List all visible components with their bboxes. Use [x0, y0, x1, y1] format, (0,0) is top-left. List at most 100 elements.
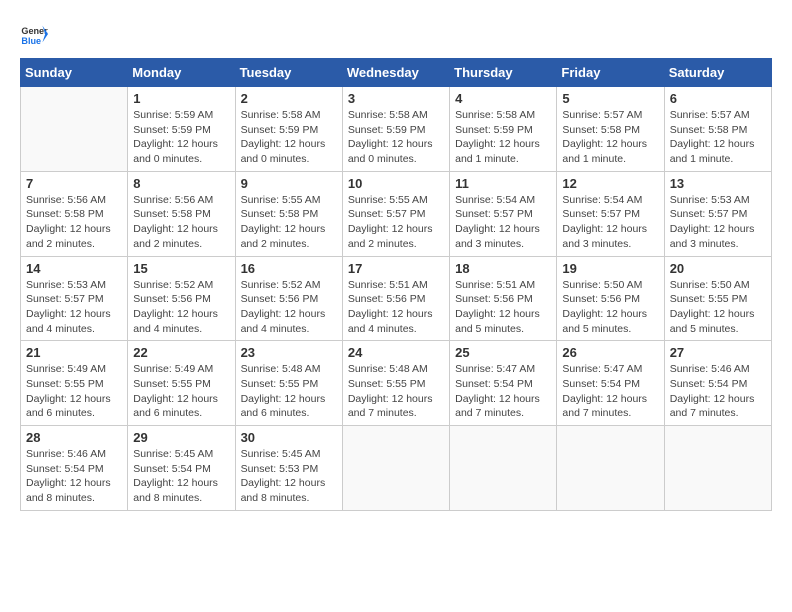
- logo: General Blue: [20, 20, 52, 48]
- calendar-table: SundayMondayTuesdayWednesdayThursdayFrid…: [20, 58, 772, 511]
- calendar-cell: 17Sunrise: 5:51 AM Sunset: 5:56 PM Dayli…: [342, 256, 449, 341]
- calendar-cell: 19 Sunrise: 5:50 AM Sunset: 5:56 PM Dayli…: [557, 256, 664, 341]
- calendar-cell: 5 Sunrise: 5:57 AM Sunset: 5:58 PM Daylig…: [557, 87, 664, 172]
- day-number: 28: [26, 430, 122, 445]
- day-number: 13: [670, 176, 766, 191]
- calendar-cell: 24 Sunrise: 5:48 AM Sunset: 5:55 PM Dayli…: [342, 341, 449, 426]
- calendar-cell: 22 Sunrise: 5:49 AM Sunset: 5:55 PM Dayli…: [128, 341, 235, 426]
- calendar-cell: 15 Sunrise: 5:52 AM Sunset: 5:56 PM Dayli…: [128, 256, 235, 341]
- calendar-cell: 10Sunrise: 5:55 AM Sunset: 5:57 PM Dayli…: [342, 171, 449, 256]
- day-number: 3: [348, 91, 444, 106]
- calendar-week-row: 21 Sunrise: 5:49 AM Sunset: 5:55 PM Dayli…: [21, 341, 772, 426]
- calendar-header-sunday: Sunday: [21, 59, 128, 87]
- calendar-week-row: 14 Sunrise: 5:53 AM Sunset: 5:57 PM Dayli…: [21, 256, 772, 341]
- calendar-cell: 11 Sunrise: 5:54 AM Sunset: 5:57 PM Dayli…: [450, 171, 557, 256]
- calendar-cell: 4 Sunrise: 5:58 AM Sunset: 5:59 PM Daylig…: [450, 87, 557, 172]
- calendar-header-saturday: Saturday: [664, 59, 771, 87]
- calendar-week-row: 7 Sunrise: 5:56 AM Sunset: 5:58 PM Daylig…: [21, 171, 772, 256]
- day-number: 21: [26, 345, 122, 360]
- day-number: 27: [670, 345, 766, 360]
- calendar-cell: 25Sunrise: 5:47 AM Sunset: 5:54 PM Dayli…: [450, 341, 557, 426]
- day-info: Sunrise: 5:48 AM Sunset: 5:55 PM Dayligh…: [348, 362, 444, 421]
- calendar-body: 1Sunrise: 5:59 AM Sunset: 5:59 PM Daylig…: [21, 87, 772, 511]
- calendar-header-wednesday: Wednesday: [342, 59, 449, 87]
- day-number: 18: [455, 261, 551, 276]
- calendar-cell: 21 Sunrise: 5:49 AM Sunset: 5:55 PM Dayli…: [21, 341, 128, 426]
- day-info: Sunrise: 5:45 AM Sunset: 5:54 PM Dayligh…: [133, 447, 229, 506]
- calendar-cell: 8 Sunrise: 5:56 AM Sunset: 5:58 PM Daylig…: [128, 171, 235, 256]
- calendar-cell: 7 Sunrise: 5:56 AM Sunset: 5:58 PM Daylig…: [21, 171, 128, 256]
- day-number: 11: [455, 176, 551, 191]
- day-info: Sunrise: 5:53 AM Sunset: 5:57 PM Dayligh…: [670, 193, 766, 252]
- day-number: 6: [670, 91, 766, 106]
- calendar-cell: 28 Sunrise: 5:46 AM Sunset: 5:54 PM Dayli…: [21, 426, 128, 511]
- day-number: 22: [133, 345, 229, 360]
- calendar-header-thursday: Thursday: [450, 59, 557, 87]
- day-info: Sunrise: 5:45 AM Sunset: 5:53 PM Dayligh…: [241, 447, 337, 506]
- calendar-cell: [450, 426, 557, 511]
- day-number: 29: [133, 430, 229, 445]
- day-number: 9: [241, 176, 337, 191]
- day-info: Sunrise: 5:56 AM Sunset: 5:58 PM Dayligh…: [133, 193, 229, 252]
- day-number: 14: [26, 261, 122, 276]
- day-info: Sunrise: 5:57 AM Sunset: 5:58 PM Dayligh…: [670, 108, 766, 167]
- day-info: Sunrise: 5:56 AM Sunset: 5:58 PM Dayligh…: [26, 193, 122, 252]
- calendar-cell: 3 Sunrise: 5:58 AM Sunset: 5:59 PM Daylig…: [342, 87, 449, 172]
- day-info: Sunrise: 5:49 AM Sunset: 5:55 PM Dayligh…: [133, 362, 229, 421]
- calendar-cell: 12 Sunrise: 5:54 AM Sunset: 5:57 PM Dayli…: [557, 171, 664, 256]
- day-info: Sunrise: 5:58 AM Sunset: 5:59 PM Dayligh…: [241, 108, 337, 167]
- calendar-cell: [21, 87, 128, 172]
- day-number: 19: [562, 261, 658, 276]
- day-info: Sunrise: 5:49 AM Sunset: 5:55 PM Dayligh…: [26, 362, 122, 421]
- day-info: Sunrise: 5:50 AM Sunset: 5:56 PM Dayligh…: [562, 278, 658, 337]
- calendar-cell: 2 Sunrise: 5:58 AM Sunset: 5:59 PM Daylig…: [235, 87, 342, 172]
- day-info: Sunrise: 5:51 AM Sunset: 5:56 PM Dayligh…: [455, 278, 551, 337]
- day-number: 2: [241, 91, 337, 106]
- calendar-cell: 30 Sunrise: 5:45 AM Sunset: 5:53 PM Dayli…: [235, 426, 342, 511]
- day-number: 12: [562, 176, 658, 191]
- day-info: Sunrise: 5:46 AM Sunset: 5:54 PM Dayligh…: [26, 447, 122, 506]
- calendar-cell: 1Sunrise: 5:59 AM Sunset: 5:59 PM Daylig…: [128, 87, 235, 172]
- calendar-cell: 23Sunrise: 5:48 AM Sunset: 5:55 PM Dayli…: [235, 341, 342, 426]
- calendar-week-row: 1Sunrise: 5:59 AM Sunset: 5:59 PM Daylig…: [21, 87, 772, 172]
- calendar-cell: 6 Sunrise: 5:57 AM Sunset: 5:58 PM Daylig…: [664, 87, 771, 172]
- calendar-cell: 13 Sunrise: 5:53 AM Sunset: 5:57 PM Dayli…: [664, 171, 771, 256]
- day-info: Sunrise: 5:46 AM Sunset: 5:54 PM Dayligh…: [670, 362, 766, 421]
- day-info: Sunrise: 5:47 AM Sunset: 5:54 PM Dayligh…: [562, 362, 658, 421]
- day-info: Sunrise: 5:53 AM Sunset: 5:57 PM Dayligh…: [26, 278, 122, 337]
- day-number: 24: [348, 345, 444, 360]
- svg-text:General: General: [21, 26, 48, 36]
- day-info: Sunrise: 5:54 AM Sunset: 5:57 PM Dayligh…: [562, 193, 658, 252]
- day-info: Sunrise: 5:57 AM Sunset: 5:58 PM Dayligh…: [562, 108, 658, 167]
- calendar-header-monday: Monday: [128, 59, 235, 87]
- day-info: Sunrise: 5:52 AM Sunset: 5:56 PM Dayligh…: [241, 278, 337, 337]
- day-info: Sunrise: 5:52 AM Sunset: 5:56 PM Dayligh…: [133, 278, 229, 337]
- calendar-cell: 29 Sunrise: 5:45 AM Sunset: 5:54 PM Dayli…: [128, 426, 235, 511]
- day-number: 30: [241, 430, 337, 445]
- calendar-cell: 27 Sunrise: 5:46 AM Sunset: 5:54 PM Dayli…: [664, 341, 771, 426]
- calendar-header-friday: Friday: [557, 59, 664, 87]
- day-number: 15: [133, 261, 229, 276]
- day-number: 10: [348, 176, 444, 191]
- day-info: Sunrise: 5:58 AM Sunset: 5:59 PM Dayligh…: [455, 108, 551, 167]
- calendar-cell: 16 Sunrise: 5:52 AM Sunset: 5:56 PM Dayli…: [235, 256, 342, 341]
- day-number: 17: [348, 261, 444, 276]
- calendar-cell: 18 Sunrise: 5:51 AM Sunset: 5:56 PM Dayli…: [450, 256, 557, 341]
- day-number: 5: [562, 91, 658, 106]
- calendar-cell: 14 Sunrise: 5:53 AM Sunset: 5:57 PM Dayli…: [21, 256, 128, 341]
- day-info: Sunrise: 5:55 AM Sunset: 5:58 PM Dayligh…: [241, 193, 337, 252]
- calendar-cell: [557, 426, 664, 511]
- day-number: 8: [133, 176, 229, 191]
- day-number: 23: [241, 345, 337, 360]
- day-number: 4: [455, 91, 551, 106]
- day-number: 7: [26, 176, 122, 191]
- calendar-cell: 26Sunrise: 5:47 AM Sunset: 5:54 PM Dayli…: [557, 341, 664, 426]
- day-number: 16: [241, 261, 337, 276]
- svg-text:Blue: Blue: [21, 36, 41, 46]
- day-info: Sunrise: 5:54 AM Sunset: 5:57 PM Dayligh…: [455, 193, 551, 252]
- calendar-header-tuesday: Tuesday: [235, 59, 342, 87]
- day-number: 25: [455, 345, 551, 360]
- calendar-cell: 20Sunrise: 5:50 AM Sunset: 5:55 PM Dayli…: [664, 256, 771, 341]
- day-number: 1: [133, 91, 229, 106]
- day-info: Sunrise: 5:58 AM Sunset: 5:59 PM Dayligh…: [348, 108, 444, 167]
